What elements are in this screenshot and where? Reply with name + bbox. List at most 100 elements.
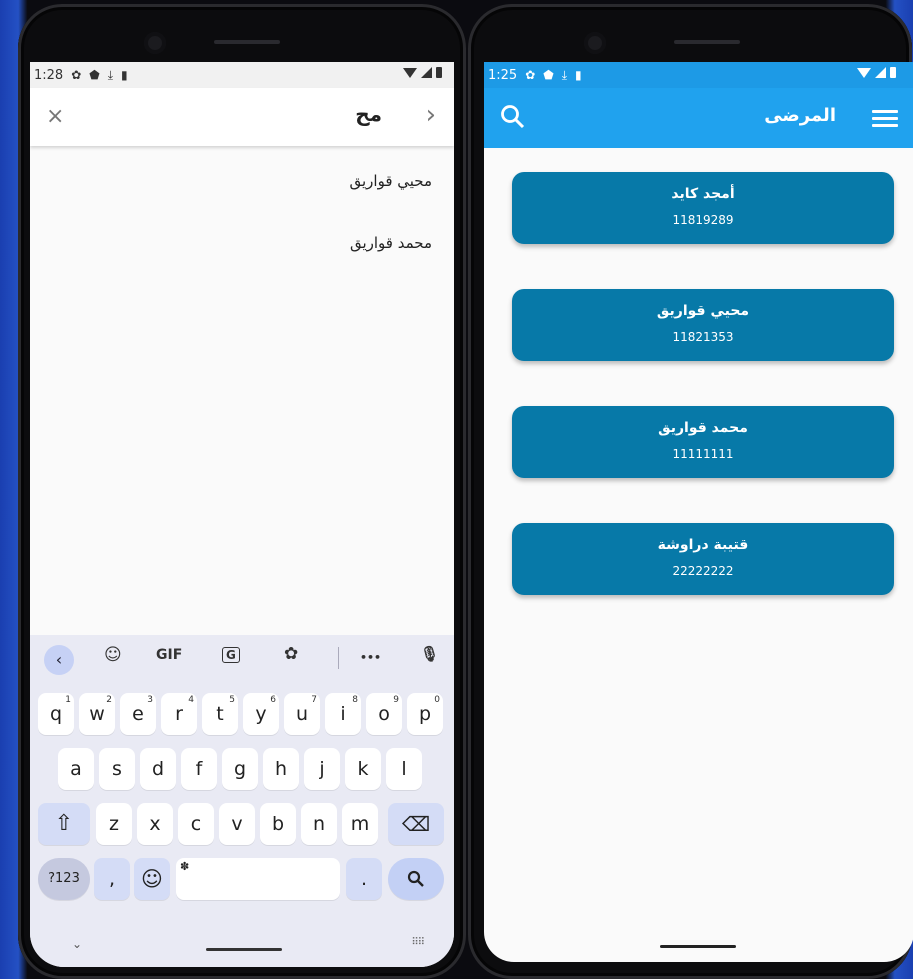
key-y[interactable]: y6 (243, 693, 279, 735)
shield-status-icon: ⬟ (543, 68, 554, 82)
status-right-icons (403, 67, 442, 78)
hide-keyboard-chevron-icon[interactable]: ⌄ (72, 937, 82, 951)
key-hint: 9 (393, 695, 399, 705)
left-phone-frame: 1:28 ✿ ⬟ ⤓ ▮ × مح › محيي قواريق محمد قوا… (18, 4, 466, 979)
key-q[interactable]: q1 (38, 693, 74, 735)
key-label: p (418, 703, 432, 725)
chevron-right-icon[interactable]: › (426, 100, 436, 130)
key-w[interactable]: w2 (79, 693, 115, 735)
key-b[interactable]: b (260, 803, 296, 845)
settings-status-icon: ✿ (525, 68, 536, 82)
translate-icon[interactable]: G (222, 647, 240, 663)
key-label: y (255, 703, 267, 725)
suggestion-item[interactable]: محيي قواريق (349, 172, 432, 190)
status-right-icons (857, 67, 896, 78)
key-label: q (49, 703, 63, 725)
key-z[interactable]: z (96, 803, 132, 845)
patient-id: 22222222 (672, 564, 734, 578)
key-hint: 1 (65, 695, 71, 705)
key-label: r (175, 703, 183, 725)
period-key[interactable]: . (346, 858, 382, 900)
key-hint: 8 (352, 695, 358, 705)
keyboard-switch-icon[interactable]: ⠿⠿ (411, 937, 425, 948)
patient-name: أمجد كايد (671, 186, 735, 202)
key-g[interactable]: g (222, 748, 258, 790)
status-time: 1:28 (34, 67, 64, 83)
key-f[interactable]: f (181, 748, 217, 790)
close-icon[interactable]: × (46, 104, 64, 129)
key-hint: 4 (188, 695, 194, 705)
paw-icon: ✽ (180, 860, 190, 873)
patient-card[interactable]: محمد قواريق 11111111 (512, 406, 894, 478)
backspace-key[interactable]: ⌫ (388, 803, 444, 845)
emoji-key[interactable]: ☺ (134, 858, 170, 900)
signal-icon (421, 67, 432, 78)
search-bar: × مح › (30, 88, 454, 146)
patient-id: 11111111 (672, 447, 734, 461)
settings-icon[interactable]: ✿ (284, 644, 298, 664)
symbols-key[interactable]: ?123 (38, 858, 90, 900)
patient-card[interactable]: محيي قواريق 11821353 (512, 289, 894, 361)
key-o[interactable]: o9 (366, 693, 402, 735)
key-x[interactable]: x (137, 803, 173, 845)
patient-id: 11821353 (672, 330, 734, 344)
key-hint: 7 (311, 695, 317, 705)
key-j[interactable]: j (304, 748, 340, 790)
key-v[interactable]: v (219, 803, 255, 845)
battery-icon (890, 67, 896, 78)
key-u[interactable]: u7 (284, 693, 320, 735)
key-m[interactable]: m (342, 803, 378, 845)
sdcard-status-icon: ▮ (121, 68, 128, 82)
shift-key[interactable]: ⇧ (38, 803, 90, 845)
search-icon[interactable] (500, 104, 526, 130)
key-l[interactable]: l (386, 748, 422, 790)
earpiece-speaker (214, 40, 280, 44)
key-e[interactable]: e3 (120, 693, 156, 735)
key-d[interactable]: d (140, 748, 176, 790)
key-label: w (89, 703, 105, 725)
key-hint: 0 (434, 695, 440, 705)
page-title: المرضى (764, 105, 836, 126)
microphone-icon[interactable]: 🎙 (420, 645, 439, 663)
keyboard-back-icon[interactable]: ‹ (44, 645, 74, 675)
key-s[interactable]: s (99, 748, 135, 790)
key-p[interactable]: p0 (407, 693, 443, 735)
key-hint: 6 (270, 695, 276, 705)
more-icon[interactable]: ••• (360, 651, 381, 664)
patient-card[interactable]: أمجد كايد 11819289 (512, 172, 894, 244)
key-n[interactable]: n (301, 803, 337, 845)
sticker-icon[interactable]: ☺ (104, 645, 122, 665)
signal-icon (875, 67, 886, 78)
space-key[interactable]: ✽ (176, 858, 340, 900)
key-h[interactable]: h (263, 748, 299, 790)
patient-name: قتيبة دراوشة (657, 537, 749, 553)
menu-icon[interactable] (872, 110, 898, 128)
search-icon (407, 870, 424, 887)
key-label: u (295, 703, 309, 725)
key-i[interactable]: i8 (325, 693, 361, 735)
search-key[interactable] (388, 858, 444, 900)
key-label: t (216, 703, 224, 725)
key-c[interactable]: c (178, 803, 214, 845)
key-a[interactable]: a (58, 748, 94, 790)
comma-key[interactable]: , (94, 858, 130, 900)
status-bar: 1:25 ✿ ⬟ ⤓ ▮ (484, 62, 913, 88)
home-indicator[interactable] (660, 945, 736, 948)
shield-status-icon: ⬟ (89, 68, 100, 82)
key-hint: 3 (147, 695, 153, 705)
patient-card[interactable]: قتيبة دراوشة 22222222 (512, 523, 894, 595)
search-input[interactable]: مح (355, 102, 382, 126)
suggestion-item[interactable]: محمد قواريق (350, 234, 432, 252)
patient-name: محمد قواريق (658, 420, 748, 436)
soft-keyboard: ‹ ☺ GIF G ✿ ••• 🎙 q1 w2 e3 r4 t5 y6 u7 i… (30, 635, 454, 967)
patient-name: محيي قواريق (656, 303, 750, 319)
key-k[interactable]: k (345, 748, 381, 790)
download-status-icon: ⤓ (107, 67, 114, 82)
gif-button[interactable]: GIF (156, 647, 182, 663)
status-time: 1:25 (488, 67, 518, 83)
key-r[interactable]: r4 (161, 693, 197, 735)
settings-status-icon: ✿ (71, 68, 82, 82)
right-screen: 1:25 ✿ ⬟ ⤓ ▮ المرضى أمجد كايد 11819289 م… (484, 62, 913, 962)
key-t[interactable]: t5 (202, 693, 238, 735)
home-indicator[interactable] (206, 948, 282, 951)
